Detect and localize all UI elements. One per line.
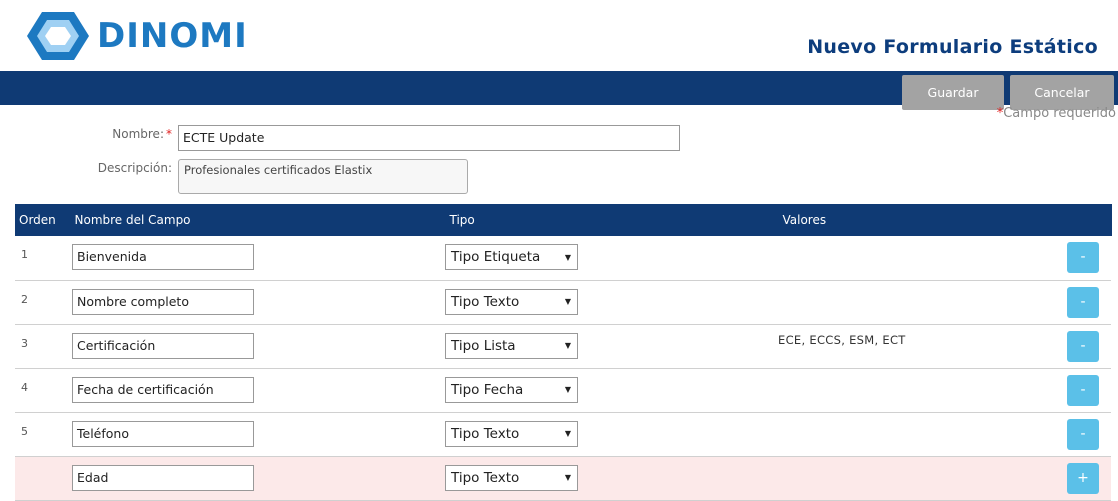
cancel-button[interactable]: Cancelar [1010, 75, 1114, 110]
field-name-input[interactable]: Bienvenida [72, 244, 254, 270]
row-name-cell: Edad [70, 456, 445, 501]
new-field-type-select[interactable]: Tipo Texto ▼ [445, 464, 578, 491]
field-type-select[interactable]: Tipo Fecha ▼ [445, 376, 578, 403]
row-type-cell: Tipo Etiqueta ▼ [445, 236, 778, 281]
logo: DINOMI [25, 10, 248, 62]
field-type-select[interactable]: Tipo Etiqueta ▼ [445, 244, 578, 270]
name-row: Nombre: * ECTE Update [0, 125, 680, 151]
fields-table: Orden Nombre del Campo Tipo Valores 1 Bi… [15, 204, 1112, 501]
row-type-cell: Tipo Lista ▼ [445, 324, 778, 369]
dropdown-arrow-icon: ▼ [564, 429, 571, 438]
dinomi-hexagon-icon [27, 12, 89, 60]
dropdown-arrow-icon: ▼ [564, 341, 571, 350]
row-type-cell: Tipo Texto ▼ [445, 456, 778, 501]
dropdown-arrow-icon: ▼ [564, 473, 571, 482]
dropdown-arrow-icon: ▼ [564, 385, 571, 394]
row-action-cell: - [1061, 368, 1111, 413]
header-name: Nombre del Campo [70, 204, 446, 236]
header-values: Valores [778, 204, 1062, 236]
remove-field-button[interactable]: - [1067, 286, 1099, 318]
row-order: 4 [15, 368, 70, 413]
row-type-cell: Tipo Texto ▼ [445, 412, 778, 457]
description-textarea[interactable]: Profesionales certificados Elastix [178, 159, 468, 194]
row-name-cell: Bienvenida [70, 236, 445, 281]
row-action-cell: - [1061, 412, 1111, 457]
header-order: Orden [15, 204, 71, 236]
save-button[interactable]: Guardar [902, 75, 1004, 110]
dropdown-arrow-icon: ▼ [564, 252, 571, 262]
table-row: 3 Certificación Tipo Lista ▼ ECE, ECCS, E… [15, 324, 1111, 369]
row-values: ECE, ECCS, ESM, ECT [778, 324, 1061, 369]
table-row: 4 Fecha de certificación Tipo Fecha ▼ - [15, 368, 1111, 413]
field-type-value: Tipo Texto [451, 469, 520, 486]
field-name-input[interactable]: Certificación [72, 332, 254, 359]
row-action-cell: - [1061, 280, 1111, 325]
row-values [778, 412, 1061, 457]
row-values [778, 368, 1061, 413]
name-required-star: * [166, 127, 172, 141]
field-type-select[interactable]: Tipo Texto ▼ [445, 420, 578, 447]
row-order [15, 456, 70, 501]
field-type-value: Tipo Lista [451, 337, 516, 354]
field-type-value: Tipo Fecha [451, 381, 524, 398]
remove-field-button[interactable]: - [1067, 330, 1099, 362]
logo-text: DINOMI [97, 16, 248, 56]
table-header: Orden Nombre del Campo Tipo Valores [15, 204, 1112, 236]
new-field-row: Edad Tipo Texto ▼ + [15, 456, 1111, 501]
field-type-value: Tipo Etiqueta [451, 249, 541, 265]
row-name-cell: Certificación [70, 324, 445, 369]
row-type-cell: Tipo Fecha ▼ [445, 368, 778, 413]
field-name-input[interactable]: Fecha de certificación [72, 376, 254, 403]
name-label-wrap: Nombre: * [0, 125, 172, 141]
row-values [778, 456, 1061, 501]
field-name-input[interactable]: Nombre completo [72, 288, 254, 315]
row-values [778, 236, 1061, 281]
required-note-text: Campo requerido [1003, 106, 1116, 121]
add-field-button[interactable]: + [1067, 462, 1099, 494]
description-row: Descripción: Profesionales certificados … [0, 159, 468, 194]
field-type-value: Tipo Texto [451, 425, 520, 442]
row-order: 3 [15, 324, 70, 369]
field-type-value: Tipo Texto [451, 293, 520, 310]
table-row: 1 Bienvenida Tipo Etiqueta ▼ - [15, 236, 1111, 281]
row-type-cell: Tipo Texto ▼ [445, 280, 778, 325]
row-name-cell: Fecha de certificación [70, 368, 445, 413]
header: DINOMI Nuevo Formulario Estático [0, 0, 1118, 71]
remove-field-button[interactable]: - [1067, 374, 1099, 406]
toolbar: Guardar Cancelar [0, 71, 1118, 110]
row-order: 5 [15, 412, 70, 457]
field-type-select[interactable]: Tipo Lista ▼ [445, 332, 578, 359]
required-note: *Campo requerido [997, 106, 1116, 121]
page-title: Nuevo Formulario Estático [807, 36, 1098, 58]
row-name-cell: Nombre completo [70, 280, 445, 325]
row-order: 2 [15, 280, 70, 325]
row-name-cell: Teléfono [70, 412, 445, 457]
header-action [1061, 204, 1112, 236]
table-row: 5 Teléfono Tipo Texto ▼ - [15, 412, 1111, 457]
row-action-cell: - [1061, 324, 1111, 369]
header-type: Tipo [445, 204, 779, 236]
dropdown-arrow-icon: ▼ [564, 297, 571, 306]
remove-field-button[interactable]: - [1067, 242, 1099, 273]
remove-field-button[interactable]: - [1067, 418, 1099, 450]
row-order: 1 [15, 236, 70, 281]
description-label: Descripción: [97, 161, 172, 175]
table-row: 2 Nombre completo Tipo Texto ▼ - [15, 280, 1111, 325]
name-label: Nombre: [112, 127, 164, 141]
new-field-name-input[interactable]: Edad [72, 464, 254, 491]
name-input[interactable]: ECTE Update [178, 125, 680, 151]
field-type-select[interactable]: Tipo Texto ▼ [445, 288, 578, 315]
field-name-input[interactable]: Teléfono [72, 420, 254, 447]
row-action-cell: - [1061, 236, 1111, 281]
row-action-cell: + [1061, 456, 1111, 501]
row-values [778, 280, 1061, 325]
